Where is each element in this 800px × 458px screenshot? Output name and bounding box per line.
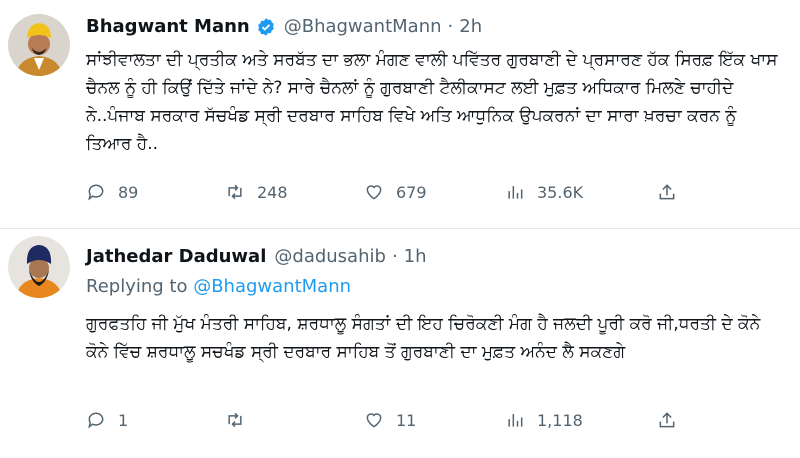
share-icon <box>659 184 675 200</box>
like-count: 11 <box>396 410 417 430</box>
avatar[interactable] <box>8 236 70 298</box>
tweet-jathedar-daduwal[interactable]: Jathedar Daduwal @dadusahib · 1h Replyin… <box>0 230 800 458</box>
timestamp[interactable]: 2h <box>459 16 482 37</box>
separator-dot: · <box>391 246 398 267</box>
like-icon <box>366 413 382 428</box>
views-icon <box>508 414 523 427</box>
retweet-count: 248 <box>257 182 288 202</box>
avatar[interactable] <box>8 14 70 76</box>
replying-to-label: Replying to <box>86 276 194 297</box>
retweet-button[interactable]: 248 <box>225 182 364 202</box>
author-name[interactable]: Bhagwant Mann <box>86 16 250 37</box>
views-icon <box>508 186 523 199</box>
reply-count: 89 <box>118 182 139 202</box>
like-count: 679 <box>396 182 427 202</box>
author-handle[interactable]: @BhagwantMann <box>284 16 442 37</box>
share-button[interactable] <box>657 182 677 202</box>
replying-to-link[interactable]: @BhagwantMann <box>193 276 351 297</box>
like-icon <box>366 185 382 200</box>
views-count: 35.6K <box>537 182 584 202</box>
reply-icon <box>88 184 104 201</box>
retweet-button[interactable] <box>225 410 364 430</box>
separator-dot: · <box>447 16 454 37</box>
retweet-icon <box>228 184 242 200</box>
tweet-actions: 1 11 1,118 <box>86 410 677 430</box>
tweet-bhagwant-mann[interactable]: Bhagwant Mann @BhagwantMann · 2h ਸਾਂਝੀਵਾ… <box>0 0 800 228</box>
share-icon <box>659 412 675 428</box>
views-count: 1,118 <box>537 410 583 430</box>
reply-button[interactable]: 1 <box>86 410 225 430</box>
reply-count: 1 <box>118 410 129 430</box>
reply-button[interactable]: 89 <box>86 182 225 202</box>
retweet-icon <box>228 412 242 428</box>
author-handle[interactable]: @dadusahib <box>274 246 386 267</box>
verified-badge-icon <box>257 17 274 36</box>
timestamp[interactable]: 1h <box>404 246 427 267</box>
share-button[interactable] <box>657 410 677 430</box>
tweet-text: ਸਾਂਝੀਵਾਲਤਾ ਦੀ ਪ੍ਰਤੀਕ ਅਤੇ ਸਰਬੱਤ ਦਾ ਭਲਾ ਮੰ… <box>86 50 778 154</box>
tweet-actions: 89 248 679 35.6K <box>86 182 677 202</box>
like-button[interactable]: 11 <box>364 410 505 430</box>
author-name[interactable]: Jathedar Daduwal <box>86 246 266 267</box>
replying-to: Replying to @BhagwantMann <box>86 276 351 297</box>
tweet-divider <box>0 228 800 229</box>
like-button[interactable]: 679 <box>364 182 505 202</box>
reply-icon <box>88 412 104 429</box>
views-button[interactable]: 35.6K <box>505 182 657 202</box>
tweet-text: ਗੁਰਫਤਹਿ ਜੀ ਮੁੱਖ ਮੰਤਰੀ ਸਾਹਿਬ, ਸ਼ਰਧਾਲੂ ਸੰਗ… <box>86 314 761 362</box>
views-button[interactable]: 1,118 <box>505 410 657 430</box>
